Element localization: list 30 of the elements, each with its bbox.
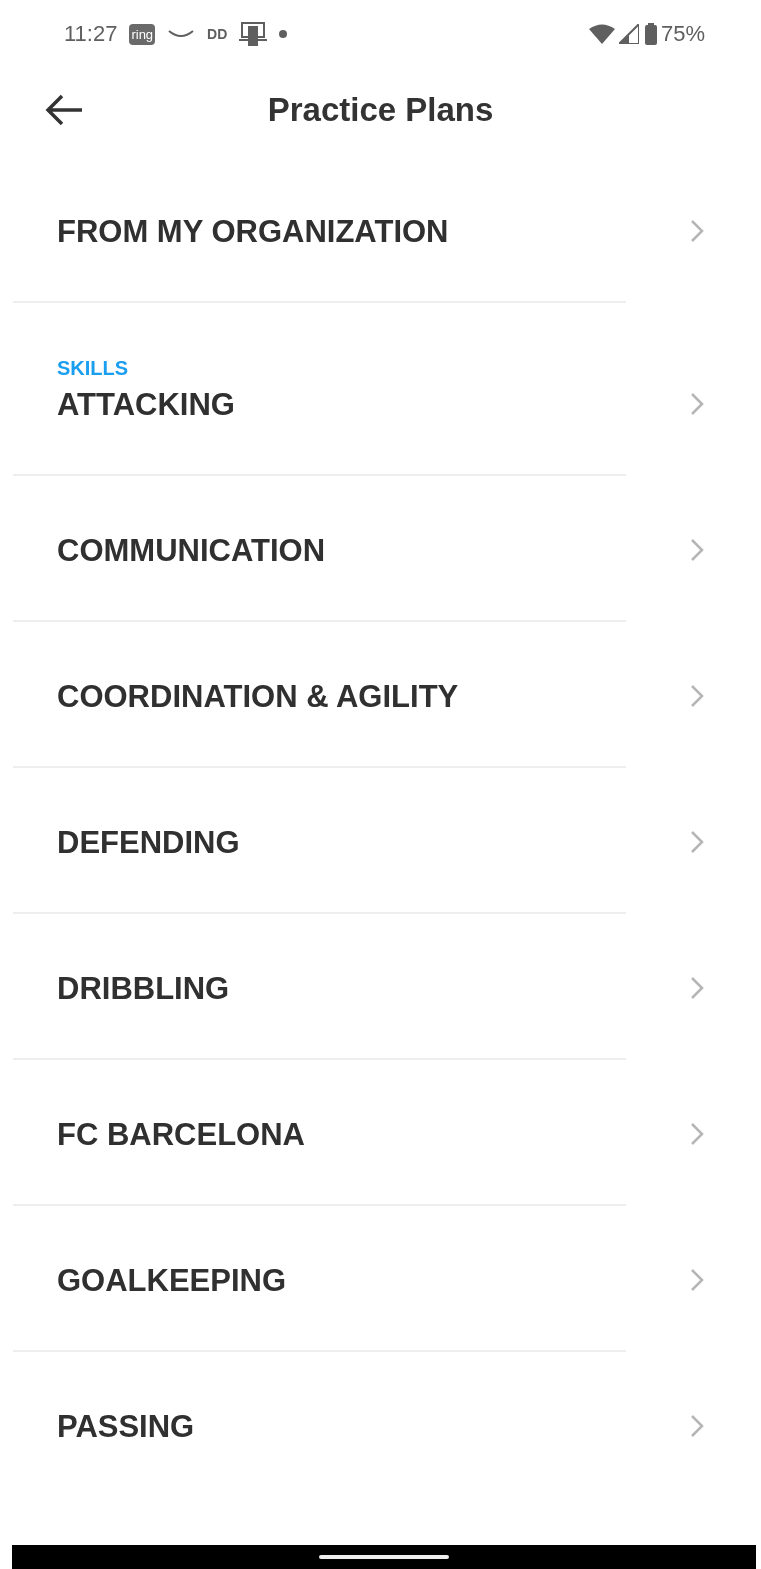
battery-icon <box>644 23 657 45</box>
list-item-label[interactable]: COMMUNICATION <box>57 532 326 569</box>
list-item-label[interactable]: COORDINATION & AGILITY <box>57 678 459 715</box>
list-item-label[interactable]: FC BARCELONA <box>57 1116 305 1153</box>
signal-icon <box>618 24 639 44</box>
wifi-icon <box>588 24 615 44</box>
page-title: Practice Plans <box>267 91 494 129</box>
battery-percent: 75% <box>660 21 705 47</box>
chevron-right-icon <box>689 683 705 709</box>
list-item-label[interactable]: PASSING <box>57 1408 195 1445</box>
list-item-label[interactable]: DEFENDING <box>57 824 240 861</box>
list-item-label[interactable]: GOALKEEPING <box>57 1262 287 1299</box>
chevron-right-icon <box>689 218 705 244</box>
chevron-right-icon <box>689 1121 705 1147</box>
status-time: 11:27 <box>64 21 118 47</box>
chevron-right-icon <box>689 975 705 1001</box>
list-item-label[interactable]: DRIBBLING <box>57 970 230 1007</box>
smile-icon <box>167 29 196 39</box>
list-item-label[interactable]: FROM MY ORGANIZATION <box>57 213 449 250</box>
chevron-right-icon <box>689 1267 705 1293</box>
chevron-right-icon <box>689 829 705 855</box>
ring-badge-icon: ring <box>129 23 156 45</box>
section-title: SKILLS <box>57 357 129 380</box>
device-icon <box>239 21 268 47</box>
notification-icon: DD <box>207 26 228 42</box>
list-item-label[interactable]: ATTACKING <box>57 386 235 423</box>
chevron-right-icon <box>689 391 705 417</box>
dot-icon <box>279 30 288 38</box>
chevron-right-icon <box>689 1413 705 1439</box>
chevron-right-icon <box>689 537 705 563</box>
